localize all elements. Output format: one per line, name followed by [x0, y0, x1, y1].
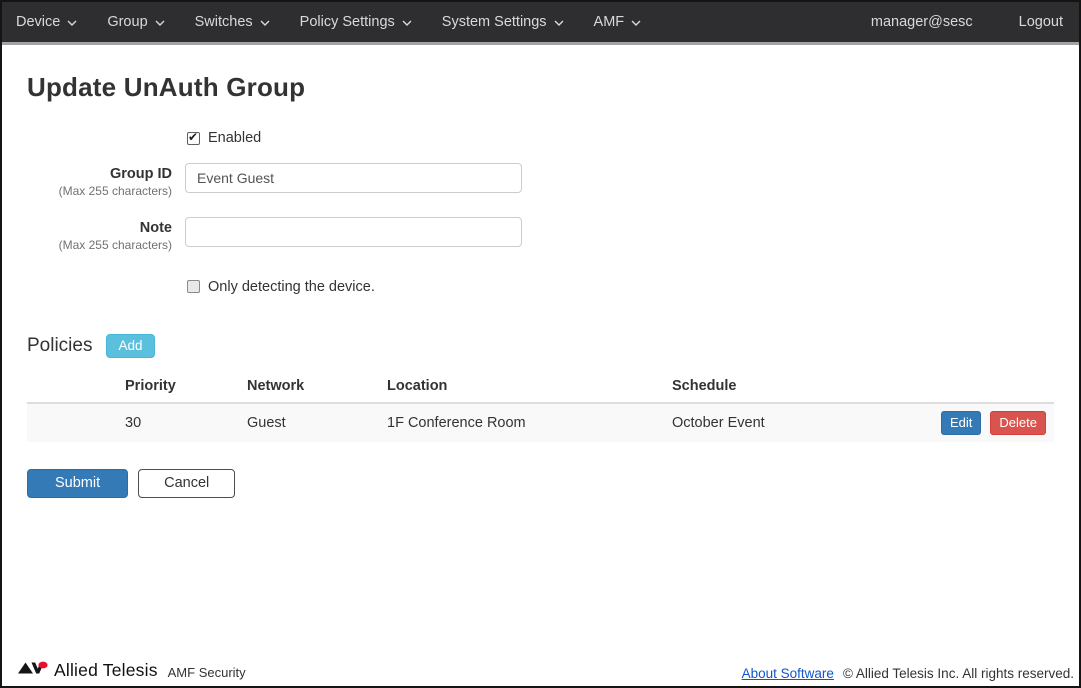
- only-detecting-label: Only detecting the device.: [208, 279, 375, 295]
- group-id-label-col: Group ID (Max 255 characters): [27, 163, 172, 199]
- note-label: Note: [27, 219, 172, 237]
- navbar-right: manager@sesc Logout: [871, 14, 1063, 30]
- main-content: Update UnAuth Group Enabled Group ID (Ma…: [2, 72, 1079, 498]
- cell-actions: Edit Delete: [924, 403, 1054, 442]
- table-row: 30 Guest 1F Conference Room October Even…: [27, 403, 1054, 442]
- allied-telesis-logo-icon: [18, 660, 48, 681]
- note-input[interactable]: [185, 217, 522, 247]
- chevron-down-icon: [67, 18, 77, 26]
- nav-item-label: System Settings: [442, 14, 547, 30]
- logged-in-user: manager@sesc: [871, 14, 973, 30]
- group-id-label: Group ID: [27, 165, 172, 183]
- chevron-down-icon: [260, 18, 270, 26]
- top-navbar: Device Group Switches Policy Settings Sy…: [2, 2, 1079, 45]
- column-header-actions: [924, 370, 1054, 403]
- submit-button[interactable]: Submit: [27, 469, 128, 498]
- nav-item-label: AMF: [594, 14, 625, 30]
- chevron-down-icon: [155, 18, 165, 26]
- column-spacer: [27, 370, 117, 403]
- app-window: Device Group Switches Policy Settings Sy…: [0, 0, 1081, 688]
- copyright-text: © Allied Telesis Inc. All rights reserve…: [843, 666, 1074, 681]
- about-software-link[interactable]: About Software: [742, 666, 834, 681]
- enabled-label: Enabled: [208, 130, 261, 146]
- only-detecting-checkbox[interactable]: [187, 280, 200, 293]
- column-header-network: Network: [239, 370, 379, 403]
- cell-priority: 30: [117, 403, 239, 442]
- nav-item-switches[interactable]: Switches: [195, 14, 270, 30]
- add-policy-button[interactable]: Add: [106, 334, 154, 358]
- navbar-menu: Device Group Switches Policy Settings Sy…: [16, 14, 671, 30]
- nav-item-label: Group: [107, 14, 147, 30]
- policies-table: Priority Network Location Schedule 30 Gu…: [27, 370, 1054, 442]
- delete-policy-button[interactable]: Delete: [990, 411, 1046, 435]
- policies-table-header-row: Priority Network Location Schedule: [27, 370, 1054, 403]
- brand-name: Allied Telesis: [54, 660, 158, 681]
- edit-policy-button[interactable]: Edit: [941, 411, 981, 435]
- note-hint: (Max 255 characters): [27, 237, 172, 253]
- footer-legal-area: About Software © Allied Telesis Inc. All…: [742, 666, 1074, 681]
- nav-item-label: Device: [16, 14, 60, 30]
- enabled-checkbox-row: Enabled: [187, 130, 1054, 146]
- cell-network: Guest: [239, 403, 379, 442]
- form-actions: Submit Cancel: [27, 469, 1054, 498]
- logout-button[interactable]: Logout: [1019, 14, 1063, 30]
- group-id-hint: (Max 255 characters): [27, 183, 172, 199]
- cell-schedule: October Event: [664, 403, 924, 442]
- cell-spacer: [27, 403, 117, 442]
- nav-item-device[interactable]: Device: [16, 14, 77, 30]
- footer-brand-area: Allied Telesis AMF Security: [18, 660, 246, 681]
- nav-item-label: Switches: [195, 14, 253, 30]
- note-label-col: Note (Max 255 characters): [27, 217, 172, 253]
- nav-item-policy-settings[interactable]: Policy Settings: [300, 14, 412, 30]
- product-name: AMF Security: [168, 665, 246, 681]
- group-id-field-row: Group ID (Max 255 characters): [27, 163, 1054, 199]
- nav-item-group[interactable]: Group: [107, 14, 164, 30]
- cell-location: 1F Conference Room: [379, 403, 664, 442]
- chevron-down-icon: [402, 18, 412, 26]
- policies-header: Policies Add: [27, 334, 1054, 358]
- page-footer: Allied Telesis AMF Security About Softwa…: [2, 654, 1079, 686]
- nav-item-amf[interactable]: AMF: [594, 14, 642, 30]
- chevron-down-icon: [631, 18, 641, 26]
- nav-item-label: Policy Settings: [300, 14, 395, 30]
- page-title: Update UnAuth Group: [27, 72, 1054, 103]
- nav-item-system-settings[interactable]: System Settings: [442, 14, 564, 30]
- group-id-input[interactable]: [185, 163, 522, 193]
- column-header-schedule: Schedule: [664, 370, 924, 403]
- column-header-location: Location: [379, 370, 664, 403]
- only-detecting-checkbox-row: Only detecting the device.: [187, 279, 1054, 295]
- policies-title: Policies: [27, 335, 92, 357]
- enabled-checkbox[interactable]: [187, 132, 200, 145]
- note-field-row: Note (Max 255 characters): [27, 217, 1054, 253]
- cancel-button[interactable]: Cancel: [138, 469, 235, 498]
- column-header-priority: Priority: [117, 370, 239, 403]
- chevron-down-icon: [554, 18, 564, 26]
- brand: Allied Telesis: [18, 660, 158, 681]
